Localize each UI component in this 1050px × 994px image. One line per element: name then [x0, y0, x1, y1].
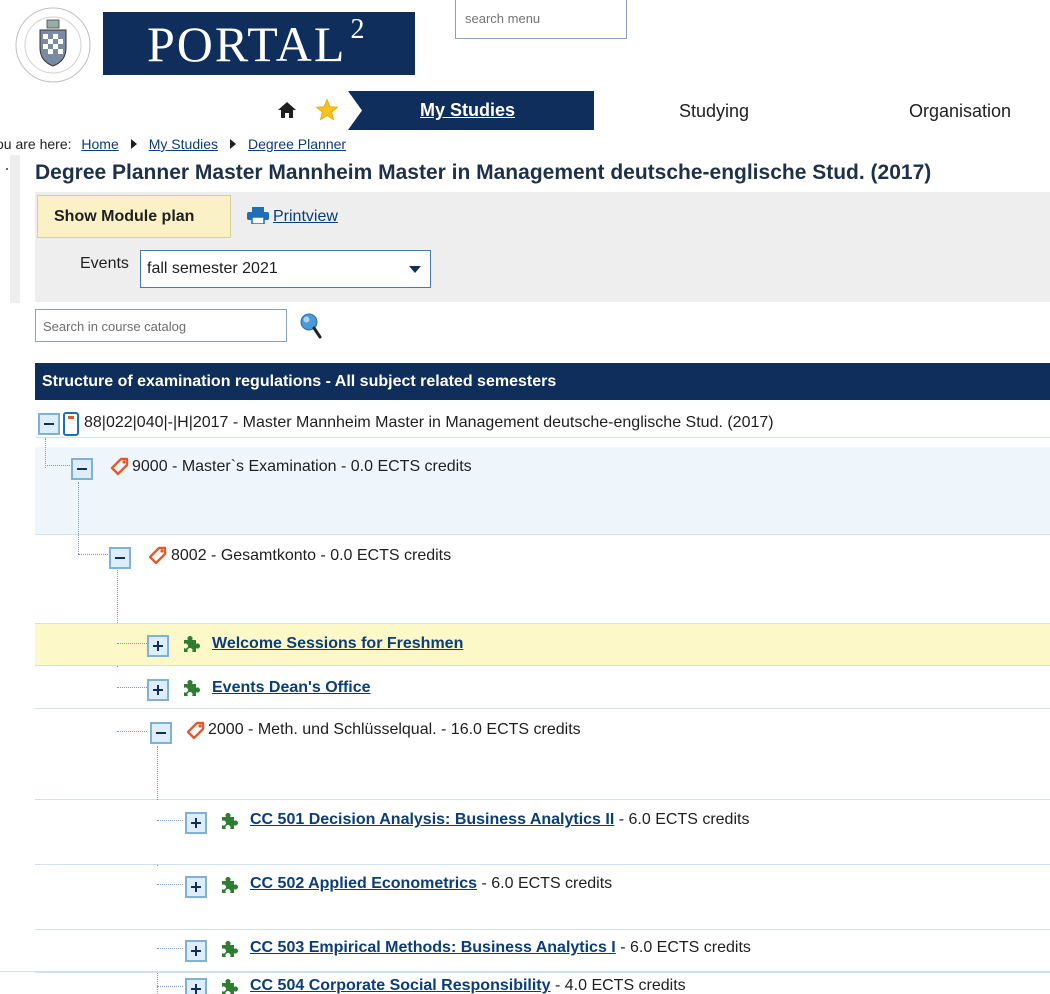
course-label: CC 501 Decision Analysis: Business Analy…	[250, 811, 749, 829]
collapse-toggle[interactable]	[109, 547, 131, 569]
breadcrumb-prefix: ou are here:	[0, 136, 72, 152]
puzzle-icon	[184, 680, 200, 696]
expand-toggle[interactable]	[185, 876, 207, 898]
course-link[interactable]: CC 503 Empirical Methods: Business Analy…	[250, 939, 616, 956]
tag-icon	[148, 546, 167, 565]
tree-connector	[157, 884, 183, 885]
puzzle-icon	[222, 877, 238, 893]
course-credits: - 4.0 ECTS credits	[550, 977, 686, 994]
tree-dean-label: Events Dean's Office	[212, 679, 371, 697]
nav-tab-my-studies-label: My Studies	[420, 100, 516, 120]
degree-program-icon	[63, 412, 79, 436]
star-icon[interactable]	[315, 98, 339, 122]
tree-welcome-label: Welcome Sessions for Freshmen	[212, 635, 463, 653]
side-dot	[6, 168, 8, 170]
breadcrumb-arrow-icon	[230, 139, 236, 149]
tag-icon	[110, 457, 129, 476]
chevron-down-icon	[409, 266, 421, 273]
puzzle-icon	[222, 941, 238, 957]
course-label: CC 503 Empirical Methods: Business Analy…	[250, 939, 751, 957]
tag-icon	[186, 721, 205, 740]
side-bar	[10, 155, 20, 303]
nav-tab-my-studies[interactable]: My Studies	[348, 91, 594, 130]
show-module-plan-button[interactable]: Show Module plan	[37, 195, 231, 238]
tree-connector	[117, 687, 147, 688]
welcome-sessions-link[interactable]: Welcome Sessions for Freshmen	[212, 635, 463, 652]
printview-link[interactable]: Printview	[273, 208, 338, 226]
course-credits: - 6.0 ECTS credits	[614, 811, 750, 828]
expand-toggle[interactable]	[185, 812, 207, 834]
breadcrumb-home[interactable]: Home	[81, 136, 118, 152]
puzzle-icon	[222, 979, 238, 994]
nav-tab-organisation[interactable]: Organisation	[909, 101, 1011, 122]
expand-toggle[interactable]	[147, 679, 169, 701]
course-catalog-search-input[interactable]: Search in course catalog	[35, 309, 287, 342]
collapse-toggle[interactable]	[71, 458, 93, 480]
tree-connector	[45, 438, 46, 468]
collapse-toggle[interactable]	[38, 413, 60, 435]
puzzle-icon	[184, 636, 200, 652]
tree-header: Structure of examination regulations - A…	[35, 363, 1050, 400]
events-select[interactable]: fall semester 2021	[140, 250, 431, 288]
tree-connector	[117, 643, 147, 644]
expand-toggle[interactable]	[185, 978, 207, 994]
expand-toggle[interactable]	[147, 635, 169, 657]
row-divider	[0, 971, 1050, 972]
events-label: Events	[80, 255, 129, 272]
course-credits: - 6.0 ECTS credits	[477, 875, 613, 892]
tree-connector	[78, 482, 79, 554]
tree-connector	[45, 465, 70, 466]
breadcrumb-degree-planner[interactable]: Degree Planner	[248, 136, 346, 152]
course-link[interactable]: CC 502 Applied Econometrics	[250, 875, 477, 892]
printer-icon[interactable]	[247, 207, 269, 224]
tree-root-label: 88|022|040|-|H|2017 - Master Mannheim Ma…	[84, 414, 774, 431]
tree-connector	[117, 731, 147, 732]
course-link[interactable]: CC 504 Corporate Social Responsibility	[250, 977, 551, 994]
tree-2000-label: 2000 - Meth. und Schlüsselqual. - 16.0 E…	[208, 721, 581, 738]
course-label: CC 504 Corporate Social Responsibility -…	[250, 977, 686, 994]
course-link[interactable]: CC 501 Decision Analysis: Business Analy…	[250, 811, 614, 828]
tree-8002-label: 8002 - Gesamtkonto - 0.0 ECTS credits	[171, 547, 452, 564]
breadcrumb-my-studies[interactable]: My Studies	[149, 136, 218, 152]
home-icon[interactable]	[277, 100, 297, 120]
tree-connector	[157, 948, 183, 949]
search-icon[interactable]	[298, 312, 324, 340]
course-label: CC 502 Applied Econometrics - 6.0 ECTS c…	[250, 875, 612, 893]
tree-9000-label: 9000 - Master`s Examination - 0.0 ECTS c…	[132, 458, 472, 475]
expand-toggle[interactable]	[185, 940, 207, 962]
course-credits: - 6.0 ECTS credits	[615, 939, 751, 956]
collapse-toggle[interactable]	[150, 722, 172, 744]
events-deans-office-link[interactable]: Events Dean's Office	[212, 679, 371, 696]
search-menu-input[interactable]: search menu	[455, 0, 627, 39]
nav-tab-studying[interactable]: Studying	[679, 101, 749, 122]
page-title: Degree Planner Master Mannheim Master in…	[35, 161, 932, 184]
breadcrumb: ou are here: Home My Studies Degree Planne…	[0, 136, 352, 152]
portal-logo-text: PORTAL	[147, 15, 347, 72]
breadcrumb-arrow-icon	[130, 139, 137, 149]
university-seal-icon	[15, 7, 91, 83]
events-select-value: fall semester 2021	[147, 260, 278, 277]
main-nav: My Studies Studying Organisation	[0, 91, 1050, 130]
tree-connector	[157, 820, 183, 821]
tree-connector	[157, 986, 183, 987]
portal-logo[interactable]: PORTAL 2	[103, 12, 415, 75]
tree-connector	[78, 554, 108, 555]
puzzle-icon	[222, 813, 238, 829]
portal-logo-sup: 2	[350, 13, 367, 45]
